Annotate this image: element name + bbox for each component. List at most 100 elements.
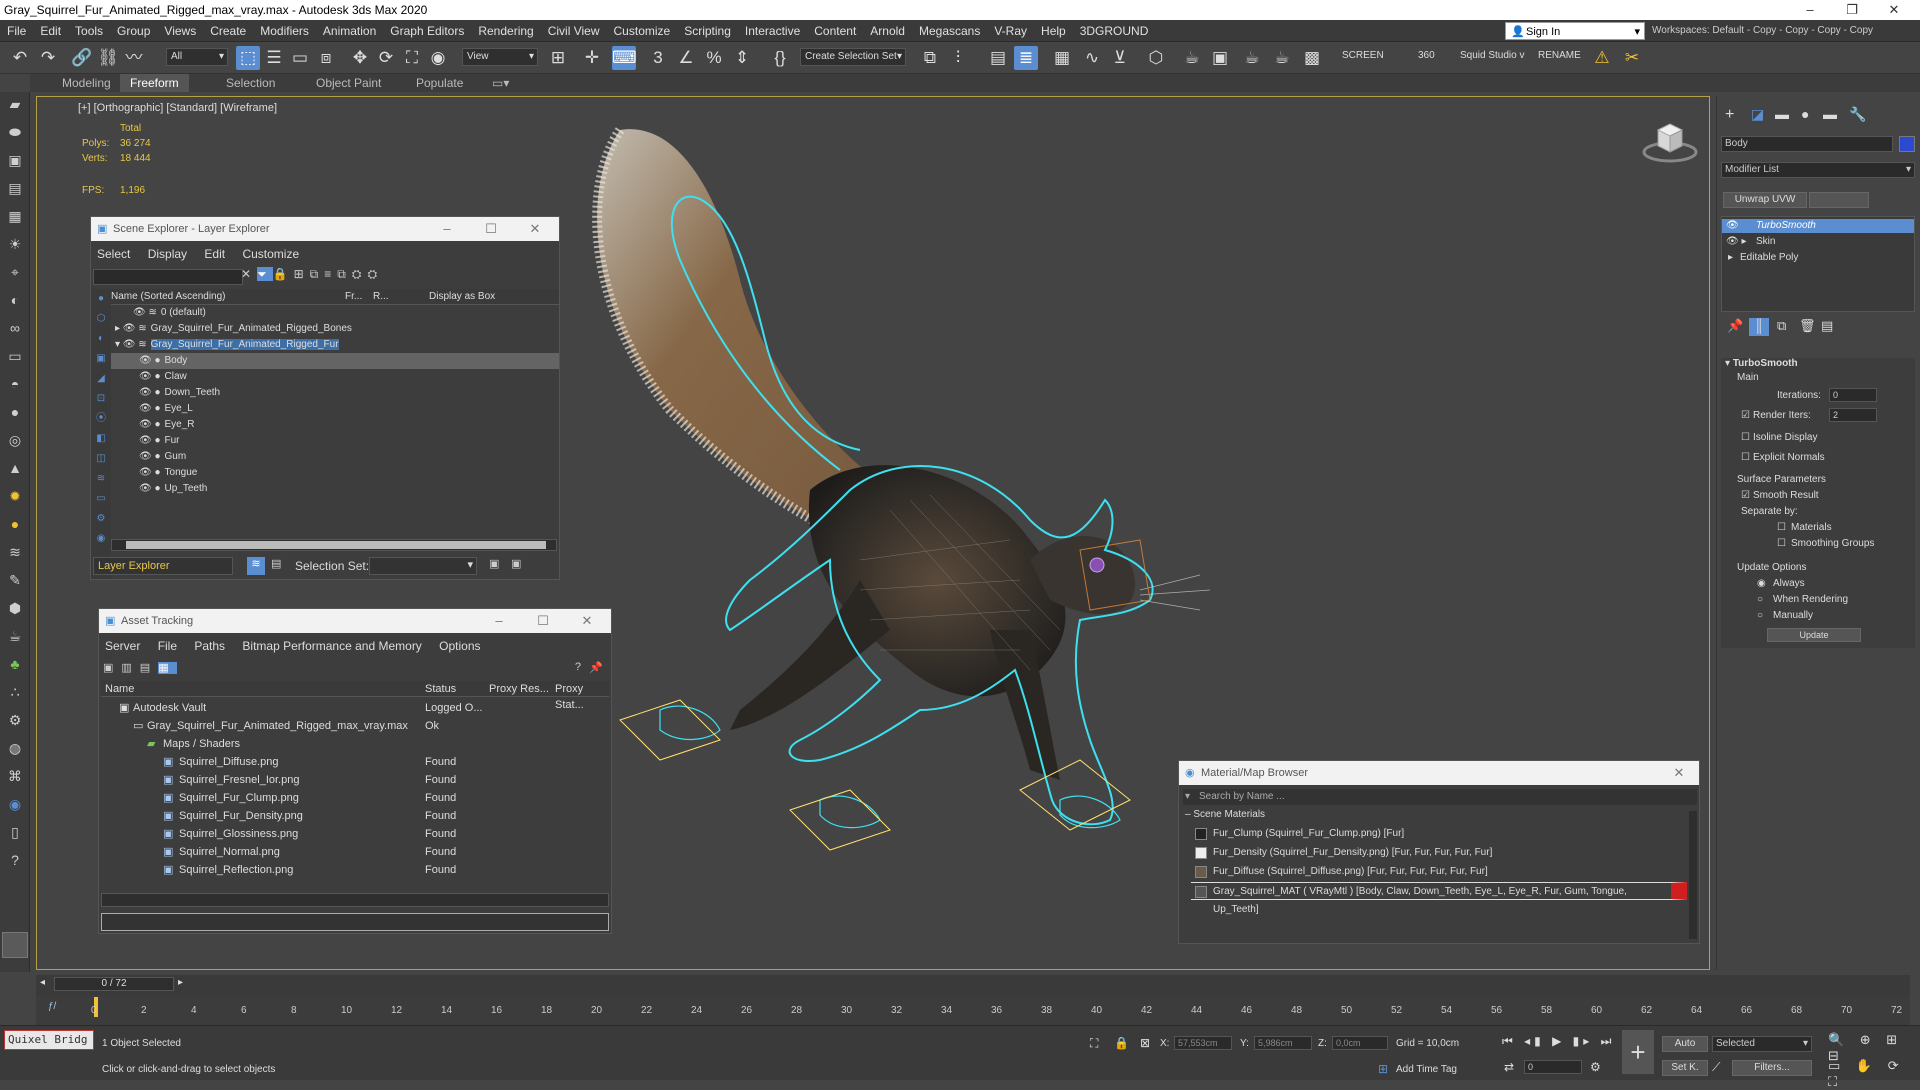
create-tab-icon[interactable]: + (1725, 106, 1734, 124)
maximize-icon[interactable]: ☐ (529, 609, 557, 633)
minimize-icon[interactable]: – (433, 217, 461, 241)
col-proxy-res[interactable]: Proxy Res... (489, 681, 549, 697)
plant-icon[interactable]: ♣ (5, 654, 25, 674)
menu-interactive[interactable]: Interactive (738, 20, 807, 42)
select-manipulate-icon[interactable]: ✛ (580, 46, 604, 70)
spinner-snap-icon[interactable]: ⇕ (730, 46, 754, 70)
render-iters-field[interactable]: 2 (1829, 408, 1877, 422)
filters-button[interactable]: Filters... (1732, 1060, 1812, 1076)
tab-modeling[interactable]: Modeling (62, 74, 111, 92)
menu-create[interactable]: Create (203, 20, 253, 42)
minimize-icon[interactable]: – (485, 609, 513, 633)
table-row[interactable]: ▰ Maps / Shaders (101, 735, 609, 753)
menu-views[interactable]: Views (157, 20, 203, 42)
shapes-icon[interactable]: ⬬ (5, 122, 25, 142)
menu-animation[interactable]: Animation (316, 20, 383, 42)
asset-toolbar-icons[interactable]: ▣▥▤▦ (103, 661, 203, 677)
menu-modifiers[interactable]: Modifiers (253, 20, 316, 42)
absolute-mode-icon[interactable]: ⊠ (1140, 1036, 1150, 1050)
script-icon[interactable]: ⌘ (5, 766, 25, 786)
show-end-result-icon[interactable]: ║ (1749, 318, 1769, 336)
align-icon[interactable]: ⫶ (946, 46, 970, 70)
percent-snap-icon[interactable]: % (702, 46, 726, 70)
prev-frame-icon[interactable]: ◂ (40, 977, 45, 988)
paint-icon[interactable]: ✎ (5, 570, 25, 590)
window-crossing-icon[interactable]: ⧈ (314, 46, 338, 70)
menu-file[interactable]: File (0, 20, 33, 42)
tree-row[interactable]: 👁 ● Fur (111, 433, 559, 449)
explorer-toolbar-icons[interactable]: ✕⏷🔒⊞⧉≡⧉⛭⛭ (241, 267, 461, 287)
unwrap-uvw-button[interactable]: Unwrap UVW (1723, 192, 1807, 208)
object-icon[interactable]: ⬢ (5, 598, 25, 618)
grid-icon[interactable]: ▦ (5, 206, 25, 226)
light-icon[interactable]: ✹ (5, 486, 25, 506)
menu-tools[interactable]: Tools (68, 20, 110, 42)
squirrel-model[interactable] (560, 110, 1260, 910)
select-scale-icon[interactable]: ⛶ (400, 46, 424, 70)
select-move-icon[interactable]: ✥ (348, 46, 372, 70)
phone-icon[interactable]: ▯ (5, 822, 25, 842)
omni-light-icon[interactable]: ● (5, 514, 25, 534)
pin-stack-icon[interactable]: 📌 (1727, 318, 1743, 334)
col-freeze[interactable]: Fr... (345, 289, 362, 305)
keyboard-shortcut-override-icon[interactable]: ⌨ (612, 46, 637, 70)
curve-icon[interactable]: ƒ/ (48, 1001, 56, 1012)
col-render[interactable]: R... (373, 289, 389, 305)
hierarchy-tab-icon[interactable]: ▬ (1775, 106, 1789, 122)
create-panel-icon[interactable]: ▰ (5, 94, 25, 114)
key-filter-dropdown[interactable]: Selected ▾ (1712, 1036, 1812, 1052)
help-icon[interactable]: ? (5, 850, 25, 870)
render-activeshade-icon[interactable]: ☕ (1270, 46, 1294, 70)
y-coordinate-field[interactable]: 5,986cm (1254, 1036, 1312, 1050)
close-icon[interactable]: ✕ (1874, 0, 1914, 20)
menu-vray[interactable]: V-Ray (987, 20, 1034, 42)
time-config-icon[interactable]: ⚙ (1590, 1060, 1601, 1074)
scissors-icon[interactable]: ✂ (1620, 46, 1644, 70)
table-row[interactable]: ▣ Squirrel_Fur_Density.png Found (101, 807, 609, 825)
menu-scripting[interactable]: Scripting (677, 20, 738, 42)
col-display-as-box[interactable]: Display as Box (429, 289, 495, 305)
spacewarp-icon[interactable]: ∞ (5, 318, 25, 338)
pivot-center-icon[interactable]: ⊞ (546, 46, 570, 70)
col-name[interactable]: Name (Sorted Ascending) (111, 289, 226, 305)
select-place-icon[interactable]: ◉ (426, 46, 450, 70)
rollout-title[interactable]: ▾ TurboSmooth (1725, 358, 1798, 369)
rect-icon[interactable]: ▭ (5, 346, 25, 366)
vray-icon[interactable]: ◉ (5, 794, 25, 814)
scene-explorer-titlebar[interactable]: ▣ Scene Explorer - Layer Explorer – ☐ ✕ (91, 217, 559, 241)
edit-selection-icon[interactable]: ▣ (511, 557, 521, 570)
menu-group[interactable]: Group (110, 20, 157, 42)
always-radio[interactable]: ◉ (1757, 578, 1766, 589)
curve-editor-icon[interactable]: ∿ (1080, 46, 1104, 70)
table-row[interactable]: ▭ Gray_Squirrel_Fur_Animated_Rigged_max_v… (101, 717, 609, 735)
z-coordinate-field[interactable]: 0,0cm (1332, 1036, 1388, 1050)
menu-paths[interactable]: Paths (194, 639, 225, 653)
asset-tracking-titlebar[interactable]: ▣ Asset Tracking – ☐ ✕ (99, 609, 611, 633)
layers-icon[interactable]: ≋ (247, 557, 265, 575)
reactor-icon[interactable]: ⚙ (5, 710, 25, 730)
render-setup-icon[interactable]: ☕ (1180, 46, 1204, 70)
quixel-bridge-button[interactable]: Quixel Bridg (4, 1030, 94, 1050)
set-key-button[interactable]: Set K. (1662, 1060, 1708, 1076)
material-scrollbar[interactable] (1689, 811, 1697, 939)
minimize-icon[interactable]: – (1790, 0, 1830, 20)
key-mode-icon[interactable]: ⇄ (1504, 1060, 1514, 1074)
cone-icon[interactable]: ▲ (5, 458, 25, 478)
edit-named-selection-icon[interactable]: {} (768, 46, 792, 70)
menu-file[interactable]: File (158, 639, 177, 653)
stack-item-editable-poly[interactable]: ▸ Editable Poly (1722, 251, 1914, 265)
help-icon[interactable]: ? (575, 661, 581, 673)
undo-icon[interactable]: ↶ (8, 46, 32, 70)
modifier-set-button[interactable] (1809, 192, 1869, 208)
dome-icon[interactable]: ◓ (5, 374, 25, 394)
render-production-icon[interactable]: ☕ (1240, 46, 1264, 70)
select-object-icon[interactable]: ⬚ (236, 46, 260, 70)
tab-object-paint[interactable]: Object Paint (316, 74, 381, 92)
explicit-normals-checkbox[interactable]: ☐ (1741, 452, 1750, 463)
sphere-icon[interactable]: ● (5, 402, 25, 422)
explorer-horizontal-scrollbar[interactable] (111, 539, 557, 551)
tree-row[interactable]: 👁 ● Gum (111, 449, 559, 465)
select-by-name-icon[interactable]: ☰ (262, 46, 286, 70)
menu-bitmap-performance[interactable]: Bitmap Performance and Memory (242, 639, 421, 653)
modifier-list-dropdown[interactable]: Modifier List ▾ (1721, 162, 1915, 178)
